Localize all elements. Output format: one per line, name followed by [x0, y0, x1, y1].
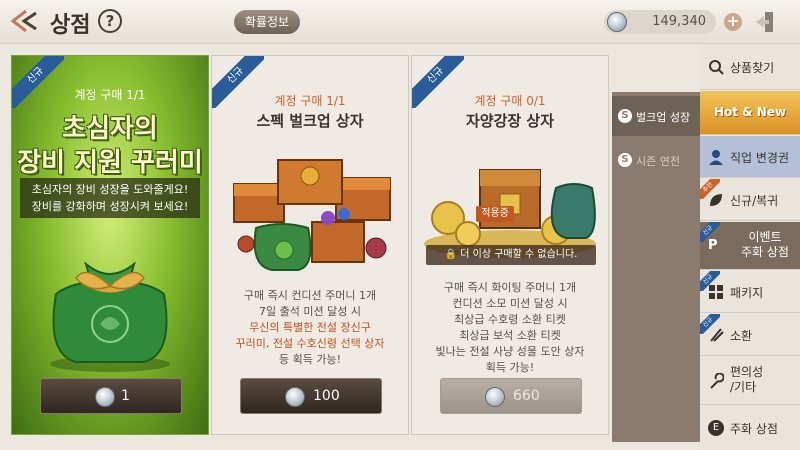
- search-icon: [709, 60, 724, 75]
- product-title: 자양강장 상자: [465, 112, 555, 130]
- price: 1: [121, 388, 130, 404]
- diamond-coin-icon: [607, 12, 627, 32]
- lock-icon: 🔒: [444, 249, 461, 260]
- exit-icon[interactable]: [752, 9, 778, 35]
- sold-out-notice: 🔒 더 이상 구매할 수 없습니다.: [426, 245, 596, 265]
- subcategory-bulkup[interactable]: S 벌크업 성장: [612, 96, 700, 136]
- product-title: 스펙 벌크업 상자: [256, 112, 364, 130]
- gift-pouch-icon: [50, 261, 170, 372]
- coin-e-icon: E: [708, 420, 724, 436]
- buy-button[interactable]: 1: [40, 378, 182, 414]
- grid-icon: [709, 285, 723, 299]
- treasure-chests-icon: [233, 159, 391, 271]
- diamond-coin-icon: [285, 387, 305, 407]
- back-arrow-icon[interactable]: [8, 8, 40, 34]
- s-coin-icon: S: [618, 109, 632, 123]
- user-icon: [709, 150, 723, 165]
- leaf-icon: [710, 194, 722, 206]
- sidebar-item-job-change[interactable]: 직업 변경권: [700, 136, 800, 178]
- sidebar-item-event-shop[interactable]: 신규 P 이벤트 주화 상점: [700, 222, 800, 270]
- summon-scroll-icon: [710, 328, 724, 342]
- purchase-limit: 계정 구매 0/1: [474, 94, 546, 108]
- sidebar-item-search[interactable]: 상품찾기: [700, 44, 800, 90]
- help-button[interactable]: ?: [98, 9, 122, 33]
- product-description: 구매 즉시 컨디션 주머니 1개 7일 출석 미션 달성 시 무신의 특별한 전…: [235, 289, 385, 366]
- product-card-tonic-box[interactable]: 신규 계정 구매 0/1 자양강장 상자 적용중 🔒 더 이상 구매할 수 없습…: [411, 55, 609, 435]
- gear-icon: S: [618, 153, 632, 167]
- product-title-line2: 장비 지원 꾸러미: [17, 148, 203, 178]
- purchase-limit: 계정 구매 1/1: [274, 94, 346, 108]
- sidebar-item-convenience[interactable]: 편의성 /기타: [700, 357, 800, 405]
- p-icon: P: [708, 238, 718, 253]
- sidebar-item-package[interactable]: 신규 패키지: [700, 271, 800, 313]
- shop-sidebar: 상품찾기 Hot & New 직업 변경권 추천 신규/복귀 신규 P 이벤트 …: [700, 44, 800, 450]
- sidebar-item-summon[interactable]: 신규 소환: [700, 314, 800, 356]
- product-description: 구매 즉시 화이팅 주머니 1개 컨디션 소모 미션 달성 시 최상급 수호령 …: [435, 281, 585, 374]
- probability-info-button[interactable]: 확률정보: [234, 10, 300, 34]
- active-tag: 적용중: [476, 206, 514, 222]
- top-bar: 상점 ? 확률정보 149,340 +: [0, 0, 800, 44]
- price: 660: [513, 388, 540, 404]
- product-title-line1: 초심자의: [62, 114, 158, 144]
- diamond-coin-icon: [95, 387, 115, 407]
- wrench-icon: [710, 373, 724, 389]
- add-currency-button[interactable]: +: [724, 13, 742, 31]
- sidebar-item-hot-new[interactable]: Hot & New: [700, 91, 800, 135]
- subcategory-season[interactable]: S 시즌 연전: [612, 140, 700, 180]
- sidebar-item-new-return[interactable]: 추천 신규/복귀: [700, 179, 800, 221]
- product-card-beginner-gear[interactable]: 신규 계정 구매 1/1 초심자의 장비 지원 꾸러미 초심자의 장비 성장을 …: [11, 55, 209, 435]
- buy-button[interactable]: 100: [240, 378, 382, 414]
- currency-display: 149,340: [604, 10, 716, 34]
- product-description: 초심자의 장비 성장을 도와줄게요! 장비를 강화하며 성장시켜 보세요!: [20, 178, 200, 218]
- price: 100: [313, 388, 340, 404]
- page-title: 상점: [50, 13, 91, 38]
- sub-category-panel: S 벌크업 성장 S 시즌 연전: [612, 92, 700, 442]
- buy-button-disabled: 660: [440, 378, 582, 414]
- diamond-coin-icon: [485, 387, 505, 407]
- purchase-limit: 계정 구매 1/1: [74, 88, 146, 102]
- treasure-chest-coins-icon: [424, 169, 596, 258]
- currency-amount: 149,340: [652, 14, 706, 29]
- product-card-spec-bulkup[interactable]: 신규 계정 구매 1/1 스펙 벌크업 상자 구매 즉시 컨디션 주머니 1개 …: [211, 55, 409, 435]
- sidebar-item-coin-shop[interactable]: E 주화 상점: [700, 406, 800, 450]
